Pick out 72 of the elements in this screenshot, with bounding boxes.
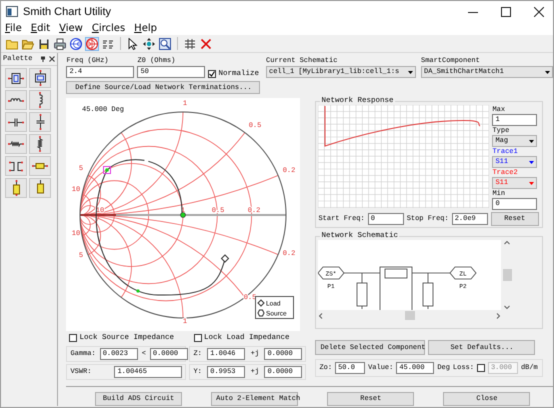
pin-icon[interactable] <box>40 56 46 62</box>
toolbar-button[interactable] <box>158 36 172 50</box>
transmission-line-icon <box>8 72 24 84</box>
ladder-icon <box>184 38 196 50</box>
toolbar-button[interactable] <box>142 36 156 50</box>
palette-button[interactable] <box>5 112 27 132</box>
resistor-icon <box>8 141 24 147</box>
window-title: Smith Chart Utility <box>23 6 112 18</box>
marker-point <box>136 289 140 293</box>
close-icon[interactable] <box>49 56 56 62</box>
toolbar-button[interactable] <box>126 36 140 50</box>
chevron-right-icon[interactable] <box>495 312 502 318</box>
open-folder-icon <box>22 38 34 50</box>
toolbar-button[interactable] <box>37 36 51 50</box>
app-icon <box>6 6 18 17</box>
caret-icon <box>545 70 550 74</box>
menu-item[interactable]: Help <box>134 23 157 34</box>
transformer-icon <box>8 160 24 172</box>
line-segment-icon <box>32 163 48 169</box>
menu-item[interactable]: File <box>5 23 22 34</box>
palette-button[interactable] <box>29 134 51 154</box>
palette-button[interactable] <box>29 90 51 110</box>
port-symbol <box>450 266 477 280</box>
resistor-icon <box>37 136 43 152</box>
globe-icon <box>70 38 82 50</box>
palette-button[interactable] <box>5 156 27 176</box>
grid-labels-icon <box>102 38 114 50</box>
palette-button[interactable] <box>29 178 51 198</box>
caret-icon <box>529 182 534 184</box>
caret-icon <box>408 70 413 74</box>
folder-icon <box>6 38 18 50</box>
stub-icon <box>12 180 20 196</box>
checkmark-icon <box>209 71 216 77</box>
printer-icon <box>54 38 66 50</box>
zoom-icon <box>159 38 171 50</box>
load-marker <box>221 254 230 263</box>
inductor-icon <box>38 92 42 108</box>
scrollbar-thumb[interactable] <box>404 311 415 320</box>
palette-button[interactable] <box>5 90 27 110</box>
chevron-left-icon[interactable] <box>318 312 324 318</box>
palette-button[interactable] <box>5 134 27 154</box>
marker-point <box>106 168 110 172</box>
menu-item[interactable]: View <box>59 23 83 34</box>
scrollbar-thumb[interactable] <box>502 269 512 281</box>
toolbar-button[interactable] <box>69 36 83 50</box>
chevron-down-icon[interactable] <box>504 304 510 310</box>
caret-icon <box>529 160 534 164</box>
menu-item[interactable]: Edit <box>30 23 50 34</box>
toolbar-button[interactable] <box>53 36 67 50</box>
inductor-icon <box>8 98 24 102</box>
palette-button[interactable] <box>29 112 51 132</box>
transmission-line-icon <box>34 70 46 86</box>
palette-button[interactable] <box>29 68 51 88</box>
diamond-icon <box>258 299 266 307</box>
globe-icon <box>86 38 98 50</box>
maximize-icon[interactable] <box>501 6 511 16</box>
move-icon <box>143 38 155 50</box>
selected-marker <box>103 166 112 174</box>
caret-icon <box>529 140 534 142</box>
capacitor-icon <box>36 114 44 130</box>
stub-icon <box>36 180 44 196</box>
menu-item[interactable]: Circles <box>92 23 126 34</box>
close-icon[interactable] <box>534 6 544 16</box>
palette-button[interactable] <box>29 156 51 176</box>
palette-button[interactable] <box>5 68 27 88</box>
chevron-up-icon[interactable] <box>504 240 510 246</box>
palette-button[interactable] <box>5 178 27 198</box>
close-icon <box>200 38 212 50</box>
capacitor-icon <box>8 118 24 126</box>
toolbar-button[interactable] <box>183 36 197 50</box>
pointer-icon <box>127 38 139 50</box>
legend-box <box>255 296 294 319</box>
